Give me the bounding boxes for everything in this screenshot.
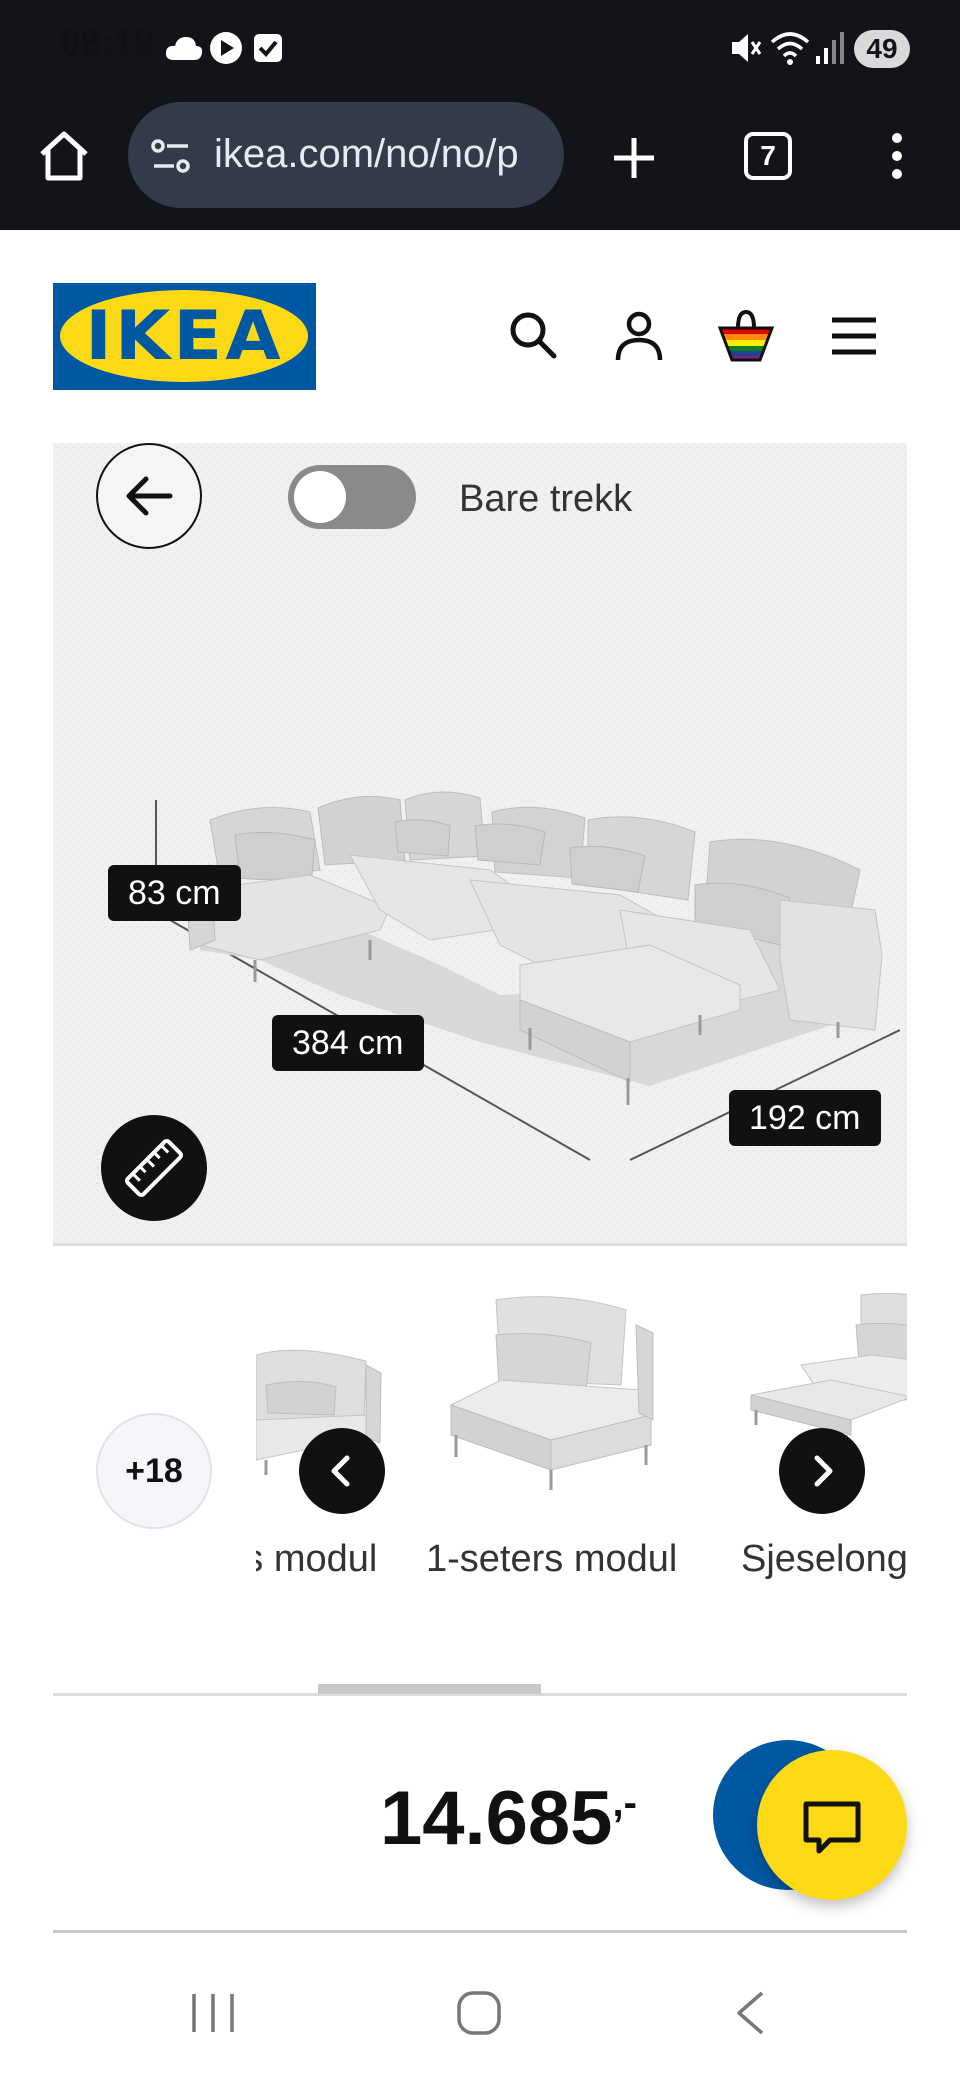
- mute-icon: [732, 34, 762, 62]
- toggle-label: Bare trekk: [459, 478, 633, 520]
- price-suffix: ,-: [612, 1781, 637, 1825]
- ikea-logo[interactable]: IKEA: [53, 283, 316, 390]
- carousel-scroll-thumb[interactable]: [318, 1684, 541, 1694]
- carousel-prev-button[interactable]: [299, 1428, 385, 1514]
- carousel-item[interactable]: 1-seters modul: [426, 1285, 691, 1605]
- ikea-logo-text: IKEA: [85, 297, 284, 376]
- toggle-knob: [294, 471, 346, 523]
- wifi-icon: [770, 32, 810, 65]
- arrow-left-icon: [126, 476, 172, 515]
- bottom-divider: [53, 1930, 907, 1933]
- signal-icon: [816, 32, 844, 64]
- viewer-divider: [53, 1243, 907, 1246]
- cloud-icon: [165, 37, 203, 60]
- dimension-width-label: 384 cm: [272, 1015, 424, 1071]
- measurements-button[interactable]: [101, 1115, 207, 1221]
- status-time: 08:19: [60, 22, 155, 63]
- media-icon: [210, 32, 242, 64]
- chat-bubble-icon: [803, 1801, 861, 1854]
- back-nav-icon[interactable]: [732, 1990, 768, 2036]
- battery-indicator: 49: [854, 30, 910, 68]
- carousel-item-label: 1-seters modul: [426, 1538, 678, 1580]
- dimension-depth-label: 192 cm: [729, 1090, 881, 1146]
- recent-apps-icon[interactable]: [190, 1992, 236, 2034]
- product-price: 14.685,-: [380, 1775, 637, 1862]
- checkbox-icon: [254, 34, 282, 62]
- url-text: ikea.com/no/no/p: [214, 132, 519, 176]
- menu-icon[interactable]: [830, 316, 878, 356]
- ruler-icon: [124, 1138, 184, 1198]
- new-tab-icon[interactable]: [610, 134, 658, 182]
- account-icon[interactable]: [614, 310, 664, 362]
- site-settings-icon[interactable]: [150, 138, 192, 174]
- back-button[interactable]: [96, 443, 202, 549]
- more-modules-badge[interactable]: +18: [96, 1413, 212, 1529]
- home-nav-icon[interactable]: [456, 1990, 502, 2036]
- tabs-button[interactable]: 7: [744, 132, 792, 180]
- chevron-right-icon: [814, 1455, 833, 1487]
- chevron-left-icon: [331, 1455, 350, 1487]
- module-image: [449, 1296, 654, 1490]
- search-icon[interactable]: [508, 310, 558, 360]
- chat-button[interactable]: [757, 1750, 907, 1900]
- carousel-item-label: Sjeselong: [741, 1538, 907, 1580]
- carousel-next-button[interactable]: [779, 1428, 865, 1514]
- home-icon[interactable]: [36, 128, 92, 184]
- dimension-height-label: 83 cm: [108, 865, 241, 921]
- price-amount: 14.685: [380, 1776, 613, 1861]
- basket-icon[interactable]: [716, 306, 776, 362]
- carousel-item-label: 2-seters modul: [256, 1538, 378, 1580]
- more-icon[interactable]: [882, 130, 912, 182]
